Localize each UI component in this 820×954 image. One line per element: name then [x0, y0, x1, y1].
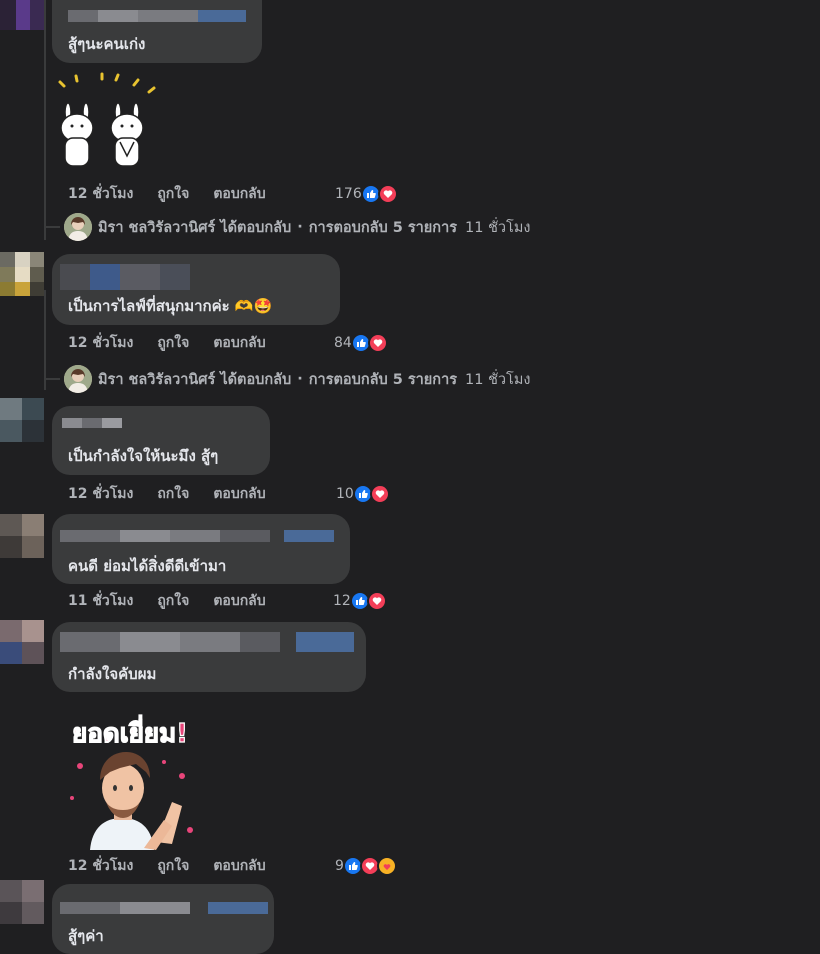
comment-actions: 12 ชั่วโมง ถูกใจ ตอบกลับ: [68, 855, 266, 877]
blurred-author-name: [60, 530, 334, 542]
replier-name[interactable]: มิรา ชลวิรัลวานิศร์: [98, 368, 215, 391]
blurred-author-name: [60, 902, 268, 914]
reply-summary-row[interactable]: มิรา ชลวิรัลวานิศร์ ได้ตอบกลับ · การตอบก…: [44, 365, 531, 393]
timestamp[interactable]: 12 ชั่วโมง: [68, 483, 133, 505]
timestamp[interactable]: 11 ชั่วโมง: [68, 590, 133, 612]
timestamp[interactable]: 12 ชั่วโมง: [68, 332, 133, 354]
reaction-count: 176: [335, 186, 362, 202]
avatar[interactable]: [0, 0, 44, 30]
avatar[interactable]: [0, 252, 44, 296]
replier-avatar[interactable]: [64, 213, 92, 241]
reply-action-text: ได้ตอบกลับ: [220, 219, 292, 236]
sticker-caption: ยอดเยี่ยม!: [72, 714, 188, 749]
replier-avatar[interactable]: [64, 365, 92, 393]
separator-dot: ·: [297, 371, 303, 387]
thread-line: [44, 0, 46, 240]
comment-text: สู้ๆนะคนเก่ง: [68, 35, 146, 53]
love-reaction-icon: [367, 333, 388, 353]
blurred-author-name: [60, 632, 354, 652]
reply-button[interactable]: ตอบกลับ: [213, 855, 265, 877]
comment-bubble: เป็นกำลังใจให้นะมึง สู้ๆ: [52, 406, 270, 475]
reply-button[interactable]: ตอบกลับ: [213, 332, 265, 354]
separator-dot: ·: [297, 219, 303, 235]
reply-time: 11 ชั่วโมง: [465, 371, 531, 388]
reaction-count: 12: [333, 593, 351, 609]
blurred-author-name: [62, 418, 122, 428]
reaction-summary[interactable]: 10: [336, 483, 390, 505]
reaction-summary[interactable]: 9: [335, 855, 397, 877]
reply-time: 11 ชั่วโมง: [465, 219, 531, 236]
man-clapping-sticker: ยอดเยี่ยม!: [60, 702, 200, 850]
like-button[interactable]: ถูกใจ: [157, 590, 189, 612]
comment-actions: 11 ชั่วโมง ถูกใจ ตอบกลับ: [68, 590, 266, 612]
avatar[interactable]: [0, 620, 44, 664]
comment-text: กำลังใจคับผม: [68, 665, 157, 683]
comment-actions: 12 ชั่วโมง ถูกใจ ตอบกลับ: [68, 332, 266, 354]
comment-text: เป็นกำลังใจให้นะมึง สู้ๆ: [68, 447, 219, 465]
reaction-summary[interactable]: 176: [335, 183, 398, 205]
reply-action-text: ได้ตอบกลับ: [220, 371, 292, 388]
reaction-count: 10: [336, 486, 354, 502]
replier-name[interactable]: มิรา ชลวิรัลวานิศร์: [98, 216, 215, 239]
comment-text: คนดี ย่อมได้สิ่งดีดีเข้ามา: [68, 557, 227, 575]
reply-button[interactable]: ตอบกลับ: [213, 483, 265, 505]
like-button[interactable]: ถูกใจ: [157, 183, 189, 205]
comment-bubble: เป็นการไลฟ์ที่สนุกมากค่ะ 🫶🤩: [52, 254, 340, 325]
blurred-author-name: [68, 10, 246, 22]
reply-count-link[interactable]: การตอบกลับ 5 รายการ: [309, 216, 457, 239]
timestamp[interactable]: 12 ชั่วโมง: [68, 855, 133, 877]
love-reaction-icon: [369, 484, 390, 504]
like-button[interactable]: ถูกใจ: [157, 332, 189, 354]
like-button[interactable]: ถูกใจ: [157, 855, 189, 877]
comment-actions: 12 ชั่วโมง ถกใจ ตอบกลับ: [68, 483, 266, 505]
reply-summary-row[interactable]: มิรา ชลวิรัลวานิศร์ ได้ตอบกลับ · การตอบก…: [44, 213, 531, 241]
love-reaction-icon: [366, 591, 387, 611]
avatar[interactable]: [0, 398, 44, 442]
comment-bubble: กำลังใจคับผม: [52, 622, 366, 692]
reaction-summary[interactable]: 12: [333, 590, 387, 612]
comment-actions: 12 ชั่วโมง ถูกใจ ตอบกลับ: [68, 183, 266, 205]
comment-bubble: สู้ๆค่า: [52, 884, 274, 954]
comment-text: สู้ๆค่า: [68, 927, 104, 945]
care-reaction-icon: [376, 856, 397, 876]
avatar[interactable]: [0, 514, 44, 558]
comment-bubble: สู้ๆนะคนเก่ง: [52, 0, 262, 63]
reply-count-link[interactable]: การตอบกลับ 5 รายการ: [309, 368, 457, 391]
like-button[interactable]: ถกใจ: [157, 483, 189, 505]
reaction-summary[interactable]: 84: [334, 332, 388, 354]
comment-bubble: คนดี ย่อมได้สิ่งดีดีเข้ามา: [52, 514, 350, 584]
reply-button[interactable]: ตอบกลับ: [213, 590, 265, 612]
comment-text: เป็นการไลฟ์ที่สนุกมากค่ะ 🫶🤩: [68, 297, 273, 315]
reaction-count: 84: [334, 335, 352, 351]
bunny-clapping-sticker: [56, 72, 160, 170]
timestamp[interactable]: 12 ชั่วโมง: [68, 183, 133, 205]
blurred-author-name: [60, 264, 190, 290]
love-reaction-icon: [377, 184, 398, 204]
reply-button[interactable]: ตอบกลับ: [213, 183, 265, 205]
avatar[interactable]: [0, 880, 44, 946]
